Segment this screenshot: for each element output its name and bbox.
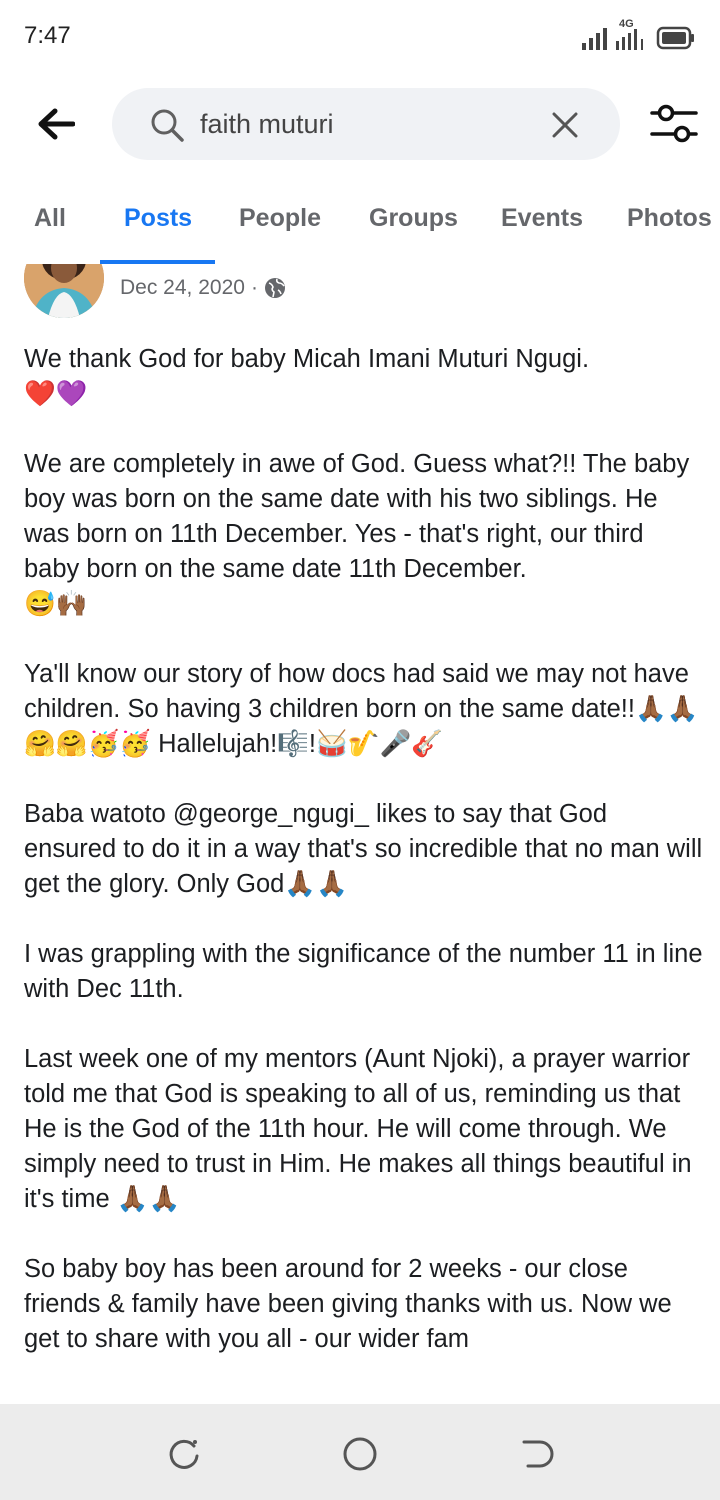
meta-separator: · bbox=[250, 276, 258, 299]
post-paragraph: I was grappling with the significance of… bbox=[24, 940, 703, 1003]
battery-icon bbox=[656, 26, 694, 50]
post-date[interactable]: Dec 24, 2020 bbox=[120, 276, 245, 300]
name-cutoff-strip bbox=[240, 264, 380, 268]
status-time: 7:47 bbox=[24, 22, 71, 49]
tab-groups[interactable]: Groups bbox=[369, 204, 458, 233]
back-button[interactable] bbox=[30, 100, 82, 148]
tab-posts[interactable]: Posts bbox=[124, 204, 192, 233]
post-paragraph: We thank God for baby Micah Imani Muturi… bbox=[24, 345, 590, 408]
post-paragraph: Baba watoto @george_ngugi_ likes to say … bbox=[24, 800, 703, 898]
globe-icon bbox=[264, 278, 285, 298]
tab-events[interactable]: Events bbox=[501, 204, 583, 233]
close-icon[interactable] bbox=[550, 110, 580, 140]
home-icon[interactable] bbox=[340, 1434, 380, 1474]
status-icons: 4G bbox=[582, 18, 696, 50]
signal-4g-icon: 4G bbox=[616, 18, 650, 50]
avatar-image bbox=[24, 264, 104, 318]
system-nav-bar bbox=[0, 1404, 720, 1500]
post-paragraph: Last week one of my mentors (Aunt Njoki)… bbox=[24, 1045, 692, 1213]
search-icon bbox=[151, 109, 184, 142]
post-paragraph: Ya'll know our story of how docs had sai… bbox=[24, 660, 699, 758]
search-box[interactable] bbox=[112, 88, 620, 160]
post-meta: Dec 24, 2020 · bbox=[120, 276, 286, 300]
filter-button[interactable] bbox=[648, 102, 700, 146]
post-header: Dec 24, 2020 · bbox=[0, 264, 720, 324]
back-icon[interactable] bbox=[516, 1434, 556, 1474]
search-tabs: All Posts People Groups Events Photos bbox=[0, 180, 720, 264]
tab-people[interactable]: People bbox=[239, 204, 321, 233]
post-body: We thank God for baby Micah Imani Muturi… bbox=[24, 342, 704, 1404]
search-input[interactable] bbox=[200, 106, 540, 142]
filter-icon bbox=[650, 104, 698, 143]
post-paragraph: We are completely in awe of God. Guess w… bbox=[24, 450, 690, 618]
status-bar: 7:47 4G bbox=[0, 0, 720, 72]
avatar[interactable] bbox=[24, 264, 104, 318]
post-paragraph: So baby boy has been around for 2 weeks … bbox=[24, 1255, 672, 1353]
recent-apps-icon[interactable] bbox=[164, 1434, 204, 1474]
search-header bbox=[0, 86, 720, 162]
back-arrow-icon bbox=[38, 108, 75, 140]
tab-all[interactable]: All bbox=[34, 204, 66, 233]
signal-icon bbox=[582, 28, 607, 50]
tab-photos[interactable]: Photos bbox=[627, 204, 712, 233]
